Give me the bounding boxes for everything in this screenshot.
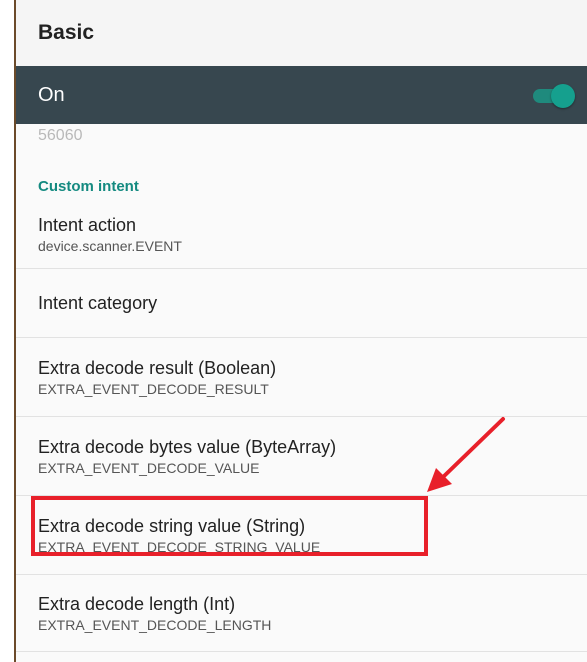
pref-extra-decode-string-value[interactable]: Extra decode string value (String) EXTRA… [16, 496, 587, 575]
pref-extra-decode-bytes-value[interactable]: Extra decode bytes value (ByteArray) EXT… [16, 417, 587, 496]
toggle-thumb [551, 84, 575, 108]
pref-intent-action[interactable]: Intent action device.scanner.EVENT [16, 200, 587, 269]
pref-summary: EXTRA_EVENT_DECODE_RESULT [38, 380, 269, 397]
pref-title: Intent category [38, 293, 158, 313]
pref-summary: EXTRA_EVENT_DECODE_VALUE [38, 459, 260, 476]
pref-summary: device.scanner.EVENT [38, 237, 182, 254]
settings-content: Basic On 56060 Custom intent Intent acti… [16, 0, 587, 662]
pref-summary: EXTRA_EVENT_DECODE_LENGTH [38, 616, 272, 633]
master-toggle-switch[interactable] [531, 83, 575, 108]
settings-screen: Basic On 56060 Custom intent Intent acti… [0, 0, 587, 662]
section-header-custom-intent: Custom intent [38, 178, 139, 195]
pref-title: Extra decode string value (String) [38, 515, 306, 536]
pref-extra-decode-length[interactable]: Extra decode length (Int) EXTRA_EVENT_DE… [16, 575, 587, 652]
pref-next-partial[interactable] [16, 652, 587, 662]
pref-title: Extra decode bytes value (ByteArray) [38, 436, 337, 457]
pref-summary: EXTRA_EVENT_DECODE_STRING_VALUE [38, 538, 321, 555]
pref-title: Intent action [38, 214, 137, 235]
partial-value-summary: 56060 [38, 127, 83, 144]
pref-intent-category[interactable]: Intent category [16, 269, 587, 338]
master-switch-label: On [38, 83, 65, 106]
pref-title: Extra decode result (Boolean) [38, 357, 277, 378]
page-title: Basic [16, 0, 587, 66]
pref-extra-decode-result[interactable]: Extra decode result (Boolean) EXTRA_EVEN… [16, 338, 587, 417]
pref-title: Extra decode length (Int) [38, 593, 236, 614]
master-switch-bar[interactable]: On [16, 66, 587, 124]
